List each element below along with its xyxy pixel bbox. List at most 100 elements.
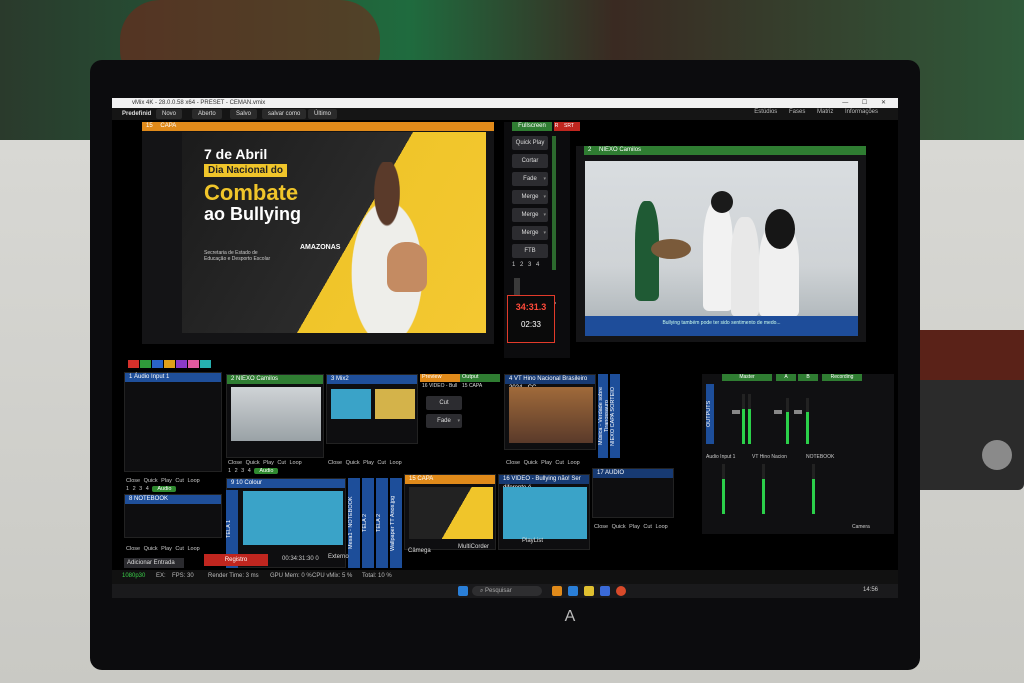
color-swatch[interactable] <box>176 360 187 368</box>
add-input-button[interactable]: Adicionar Entrada <box>124 558 184 568</box>
input-15-thumb <box>409 487 493 539</box>
external-button[interactable]: Externo <box>328 554 349 560</box>
merge-button-3[interactable]: Merge ▾ <box>512 226 548 240</box>
input-16-box[interactable]: 16 VIDEO - Bullying não! Ser diferente é <box>498 474 590 550</box>
audio-mixer: Master A B Recording OUTPUTS Audio Input… <box>702 374 894 534</box>
fullscreen-button[interactable]: Fullscreen <box>512 122 552 131</box>
menu-salvar-como[interactable]: salvar como <box>262 109 307 119</box>
strip-tela-2b[interactable]: TELA 2 <box>376 478 388 568</box>
bottom-time: 00:34:31:30 0 <box>282 556 319 562</box>
input-4-controls[interactable]: Close Quick Play Cut Loop <box>506 460 580 466</box>
edge-icon[interactable] <box>568 586 578 596</box>
fader-b[interactable] <box>794 410 802 414</box>
timer-sub: 02:33 <box>520 320 542 329</box>
input-10-title: 9 10 Colour <box>227 479 345 488</box>
taskbar-search[interactable]: ⌕ Pesquisar <box>472 586 542 596</box>
input-15-box[interactable]: 15 CAPA <box>404 474 496 550</box>
color-swatch[interactable] <box>140 360 151 368</box>
color-swatch[interactable] <box>164 360 175 368</box>
window-title-bar: vMix 4K - 28.0.0.58 x64 - PRESET - CEMAN… <box>112 98 898 108</box>
multicorder-button[interactable]: MultiCorder <box>458 544 489 550</box>
input-8-box[interactable]: 8 NOTEBOOK <box>124 494 222 538</box>
status-ex: EX: <box>156 573 166 579</box>
fader-master[interactable] <box>732 410 740 414</box>
input-2-controls[interactable]: Close Quick Play Cut Loop <box>228 460 302 466</box>
merge-button-2[interactable]: Merge ▾ <box>512 208 548 222</box>
meter-input-1 <box>722 464 725 514</box>
strip-tela-2a[interactable]: TELA 2 <box>362 478 374 568</box>
playlist-button[interactable]: PlayList <box>522 538 543 544</box>
input-1-box[interactable]: 1 Áudio Input 1 <box>124 372 222 472</box>
strip-music[interactable]: Música - Verdade sobre Tiranossauro <box>598 374 610 458</box>
mixer-master: Master <box>722 374 772 381</box>
status-cpu: CPU vMix: 5 % <box>312 573 353 579</box>
store-icon[interactable] <box>600 586 610 596</box>
color-swatch[interactable] <box>188 360 199 368</box>
menu-salvo[interactable]: Salvo <box>230 109 258 119</box>
program-number: 2 <box>588 147 592 153</box>
input-8-controls[interactable]: Close Quick Play Cut Loop <box>126 546 200 552</box>
laptop: A vMix 4K - 28.0.0.58 x64 - PRESET - CEM… <box>90 60 920 670</box>
preview-label: Preview <box>420 374 460 382</box>
color-swatch[interactable] <box>200 360 211 368</box>
input-2-audio[interactable]: 1 2 3 4 Audio <box>228 468 279 474</box>
preview-name: CAPA <box>160 123 177 129</box>
register-button[interactable]: Registro <box>204 554 268 566</box>
color-swatch[interactable] <box>152 360 163 368</box>
folder-icon[interactable] <box>584 586 594 596</box>
input-1-audio[interactable]: 1 2 3 4 Audio <box>126 486 177 492</box>
merge-button-1[interactable]: Merge ▾ <box>512 190 548 204</box>
ftb-button[interactable]: FTB <box>512 244 548 258</box>
strip-wallpaper[interactable]: Wallpaper TT Anos.jpg <box>390 478 402 568</box>
meter-master-l <box>742 394 745 444</box>
cut-button[interactable]: Cortar <box>512 154 548 168</box>
menu-predefinid[interactable]: Predefinid <box>116 109 157 119</box>
status-bar: 1080p30 EX: FPS: 30 Render Time: 3 ms GP… <box>112 570 898 584</box>
mixer-outputs[interactable]: OUTPUTS <box>706 384 714 444</box>
mixer-a: A <box>776 374 796 381</box>
windows-start-icon[interactable] <box>458 586 468 596</box>
program-image: Bullying também pode ter sido sentimento… <box>585 161 858 336</box>
meter-master-r <box>748 394 751 444</box>
input-1-controls[interactable]: Close Quick Play Cut Loop <box>126 478 200 484</box>
status-res: 1080p30 <box>122 573 146 579</box>
input-15-title: 15 CAPA <box>405 475 495 484</box>
quick-play-button[interactable]: Quick Play <box>512 136 548 150</box>
input-2-box[interactable]: 2 NIEXO Camilos <box>226 374 324 458</box>
fader-a[interactable] <box>774 410 782 414</box>
input-17-controls[interactable]: Close Quick Play Cut Loop <box>594 524 668 530</box>
mini-cut-button[interactable]: Cut <box>426 396 462 410</box>
input-17-box[interactable]: 17 AUDIO <box>592 468 674 518</box>
input-3-thumb-b <box>375 389 415 419</box>
srt-button[interactable]: SRT <box>558 122 580 131</box>
singer-3-hair <box>765 209 795 249</box>
strip-notebook[interactable]: Mesa1 - NOTEBOOK <box>348 478 360 568</box>
capa-secretaria: Secretaria de Estado de Educação e Despo… <box>204 250 271 262</box>
input-4-box[interactable]: 4 VT Hino Nacional Brasileiro 2024 - CC <box>504 374 596 450</box>
transition-bar[interactable] <box>552 136 556 270</box>
status-gpu: GPU Mem: 0 % <box>270 573 312 579</box>
taskbar: ⌕ Pesquisar 14:56 <box>112 584 898 598</box>
capa-hand <box>387 242 427 292</box>
menu-novo[interactable]: Novo <box>156 109 183 119</box>
strip-sorteio[interactable]: NIEXO CAPA SORTEIO <box>610 374 620 458</box>
window-controls[interactable]: — ☐ ✕ <box>842 98 892 108</box>
fade-button[interactable]: Fade ▾ <box>512 172 548 186</box>
input-2-title: 2 NIEXO Camilos <box>227 375 323 384</box>
input-3-controls[interactable]: Close Quick Play Cut Loop <box>328 460 402 466</box>
menu-ultimo[interactable]: Último <box>308 109 338 119</box>
capa-line2: ao Bullying <box>204 204 302 224</box>
capa-line1: Combate <box>204 180 299 205</box>
color-swatch[interactable] <box>128 360 139 368</box>
menu-right-items[interactable]: Estúdios Fases Matriz Informações <box>754 109 878 115</box>
input-8-title: 8 NOTEBOOK <box>125 495 221 504</box>
camera-button[interactable]: Câmega <box>408 548 431 554</box>
input-3-box[interactable]: 3 Mix2 <box>326 374 418 444</box>
mini-fade-button[interactable]: Fade ▾ <box>426 414 462 428</box>
app-icon-1[interactable] <box>552 586 562 596</box>
menu-aberto[interactable]: Aberto <box>192 109 222 119</box>
mixer-vt: VT Hino Nacion <box>752 454 787 460</box>
chrome-icon[interactable] <box>616 586 626 596</box>
transition-numbers[interactable]: 1 2 3 4 <box>512 262 539 268</box>
color-filter-row[interactable] <box>128 360 212 368</box>
